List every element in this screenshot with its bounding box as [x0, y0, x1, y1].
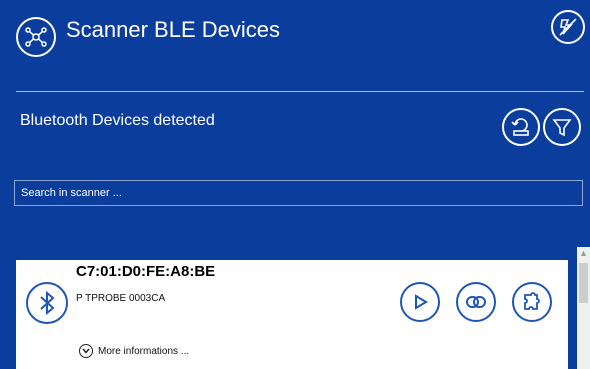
bluetooth-icon	[26, 282, 68, 324]
search-input[interactable]	[14, 180, 583, 206]
scroll-thumb[interactable]	[579, 263, 588, 303]
search-off-icon[interactable]	[551, 10, 585, 44]
header-divider	[16, 91, 584, 92]
more-informations-label: More informations ...	[98, 345, 190, 357]
scrollbar[interactable]: ▲	[577, 247, 590, 369]
scroll-up-arrow-icon[interactable]: ▲	[577, 247, 590, 260]
chevron-down-icon	[79, 344, 93, 358]
more-informations-toggle[interactable]: More informations ...	[79, 344, 189, 358]
page-title: Scanner BLE Devices	[66, 17, 280, 42]
device-card[interactable]: C7:01:D0:FE:A8:BE P TPROBE 0003CA More i…	[16, 260, 568, 369]
network-hub-icon	[16, 17, 56, 57]
link-icon[interactable]	[456, 282, 496, 322]
refresh-icon[interactable]	[502, 108, 540, 146]
device-mac: C7:01:D0:FE:A8:BE	[76, 263, 216, 280]
play-icon[interactable]	[400, 282, 440, 322]
filter-icon[interactable]	[543, 108, 581, 146]
section-title: Bluetooth Devices detected	[20, 112, 215, 129]
device-name: P TPROBE 0003CA	[76, 293, 166, 304]
list-left-edge	[0, 247, 3, 369]
puzzle-icon[interactable]	[512, 282, 552, 322]
